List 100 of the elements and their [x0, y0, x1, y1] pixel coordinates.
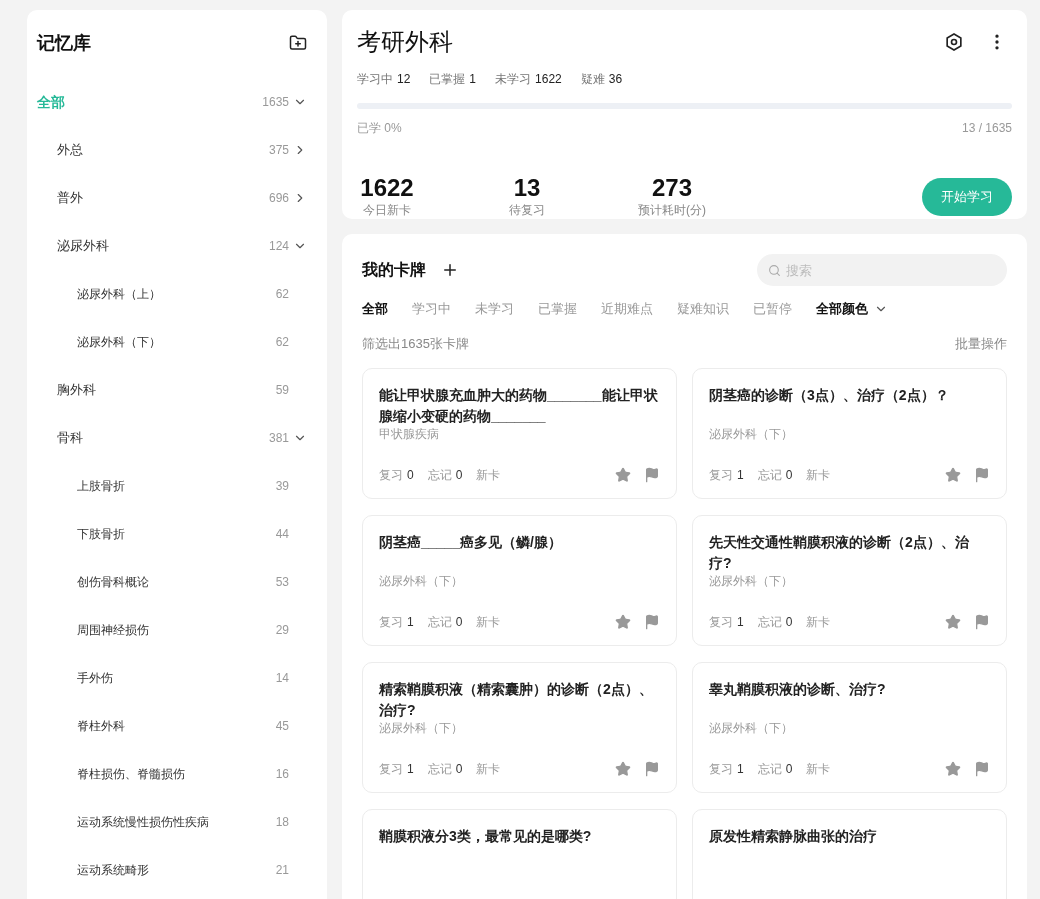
item-count: 29	[275, 622, 289, 639]
card-category: 泌尿外科（下）	[379, 719, 464, 737]
batch-action-link[interactable]: 批量操作	[955, 334, 1007, 354]
add-folder-icon[interactable]	[289, 34, 307, 52]
flag-icon[interactable]	[644, 613, 660, 630]
forget-label: 忘记	[757, 760, 782, 778]
progress-label: 已学 0%	[357, 120, 402, 137]
flash-card[interactable]: 睾丸鞘膜积液的诊断、治疗? 泌尿外科（下） 复习 1 忘记 0 新卡	[692, 661, 1007, 793]
review-label: 复习	[709, 760, 733, 778]
forget-count: 0	[455, 466, 463, 484]
tree-item[interactable]: 脊柱外科 45	[27, 702, 327, 750]
forget-label: 忘记	[427, 760, 452, 778]
review-count: 1	[737, 466, 744, 484]
tree-item[interactable]: 泌尿外科 124	[27, 222, 327, 270]
figure-value: 273	[651, 175, 692, 201]
figure-value: 13	[513, 175, 541, 201]
card-tag: 新卡	[806, 465, 831, 484]
review-count: 1	[737, 613, 744, 631]
item-count: 375	[268, 142, 289, 159]
flash-card[interactable]: 能让甲状腺充血肿大的药物_______能让甲状腺缩小变硬的药物_______ 甲状腺疾病 复习 0 忘记 0 新卡	[362, 367, 677, 499]
item-count: 381	[268, 430, 289, 447]
forget-count: 0	[785, 760, 793, 778]
stat-value: 12	[397, 71, 411, 88]
flash-card[interactable]: 阴茎癌_____癌多见（鳞/腺） 泌尿外科（下） 复习 1 忘记 0 新卡	[362, 514, 677, 646]
star-icon[interactable]	[945, 613, 961, 630]
forget-count: 0	[455, 613, 463, 631]
flash-card[interactable]: 精索鞘膜积液（精索囊肿）的诊断（2点）、治疗? 泌尿外科（下） 复习 1 忘记 0 新卡	[362, 661, 677, 793]
flash-card[interactable]: 阴茎癌的诊断（3点）、治疗（2点）？ 泌尿外科（下） 复习 1 忘记 0 新卡	[692, 367, 1007, 499]
card-tag: 新卡	[476, 759, 501, 778]
item-count: 21	[275, 862, 289, 879]
flash-card[interactable]: 鞘膜积液分3类，最常见的是哪类?	[362, 808, 677, 899]
card-tag: 新卡	[476, 465, 501, 484]
review-count: 1	[407, 760, 414, 778]
settings-icon[interactable]	[944, 32, 964, 52]
flash-card[interactable]: 先天性交通性鞘膜积液的诊断（2点）、治疗? 泌尿外科（下） 复习 1 忘记 0 新卡	[692, 514, 1007, 646]
card-question: 阴茎癌的诊断（3点）、治疗（2点）？	[709, 385, 950, 405]
review-label: 复习	[379, 613, 403, 631]
star-icon[interactable]	[945, 466, 961, 483]
flag-icon[interactable]	[974, 760, 990, 777]
item-count: 14	[275, 670, 289, 687]
color-filter-dropdown[interactable]: 全部颜色	[816, 299, 888, 319]
star-icon[interactable]	[615, 466, 631, 483]
item-count: 1635	[262, 94, 289, 111]
forget-label: 忘记	[427, 613, 452, 631]
item-count: 45	[275, 718, 289, 735]
stat-label: 疑难	[580, 71, 605, 88]
tree-item[interactable]: 下肢骨折 44	[27, 510, 327, 558]
tree-item[interactable]: 手外伤 14	[27, 654, 327, 702]
tree-item[interactable]: 创伤骨科概论 53	[27, 558, 327, 606]
star-icon[interactable]	[615, 613, 631, 630]
tree-item[interactable]: 周围神经损伤 29	[27, 606, 327, 654]
item-count: 44	[275, 526, 289, 543]
tree-item[interactable]: 外总 375	[27, 126, 327, 174]
flag-icon[interactable]	[974, 466, 990, 483]
card-question: 先天性交通性鞘膜积液的诊断（2点）、治疗?	[709, 532, 970, 573]
card-question: 能让甲状腺充血肿大的药物_______能让甲状腺缩小变硬的药物_______	[379, 385, 659, 426]
card-question: 睾丸鞘膜积液的诊断、治疗?	[709, 679, 887, 699]
tree-item[interactable]: 脊柱损伤、脊髓损伤 16	[27, 750, 327, 798]
review-label: 复习	[709, 613, 733, 631]
review-count: 1	[737, 760, 744, 778]
star-icon[interactable]	[945, 760, 961, 777]
filter-tab[interactable]: 全部	[362, 299, 388, 319]
card-category: 泌尿外科（下）	[709, 425, 794, 443]
card-tag: 新卡	[806, 612, 831, 631]
forget-label: 忘记	[427, 466, 452, 484]
stat-label: 学习中	[357, 71, 393, 88]
tree-item[interactable]: 骨科 381	[27, 414, 327, 462]
tree-item[interactable]: 胸外科 59	[27, 366, 327, 414]
forget-count: 0	[785, 466, 793, 484]
tree-item[interactable]: 泌尿外科（下） 62	[27, 318, 327, 366]
stat-label: 未学习	[495, 71, 532, 88]
item-count: 39	[275, 478, 289, 495]
item-count: 59	[275, 382, 289, 399]
flag-icon[interactable]	[644, 760, 660, 777]
tree-item[interactable]: 普外 696	[27, 174, 327, 222]
item-count: 18	[275, 814, 289, 831]
stat-label: 已掌握	[429, 71, 466, 88]
forget-count: 0	[455, 760, 463, 778]
panel-title: 我的卡牌	[362, 260, 426, 280]
progress-ratio: 13 / 1635	[961, 120, 1012, 137]
figure-label: 待复习	[509, 202, 545, 219]
item-count: 696	[268, 190, 289, 207]
card-category: 泌尿外科（下）	[709, 572, 794, 590]
forget-count: 0	[785, 613, 793, 631]
tree-item[interactable]: 泌尿外科（上） 62	[27, 270, 327, 318]
stat-value: 1	[469, 71, 477, 88]
star-icon[interactable]	[615, 760, 631, 777]
card-question: 阴茎癌_____癌多见（鳞/腺）	[379, 532, 563, 552]
search-icon	[768, 264, 781, 277]
card-question: 鞘膜积液分3类，最常见的是哪类?	[379, 826, 593, 846]
flag-icon[interactable]	[974, 613, 990, 630]
card-tag: 新卡	[806, 759, 831, 778]
review-count: 1	[407, 613, 414, 631]
figure-value: 1622	[360, 175, 414, 201]
add-icon[interactable]	[441, 261, 459, 279]
tree-item[interactable]: 运动系统畸形 21	[27, 846, 327, 894]
tree-item[interactable]: 上肢骨折 39	[27, 462, 327, 510]
tree-item[interactable]: 运动系统慢性损伤性疾病 18	[27, 798, 327, 846]
flash-card[interactable]: 原发性精索静脉曲张的治疗	[692, 808, 1007, 899]
flag-icon[interactable]	[644, 466, 660, 483]
